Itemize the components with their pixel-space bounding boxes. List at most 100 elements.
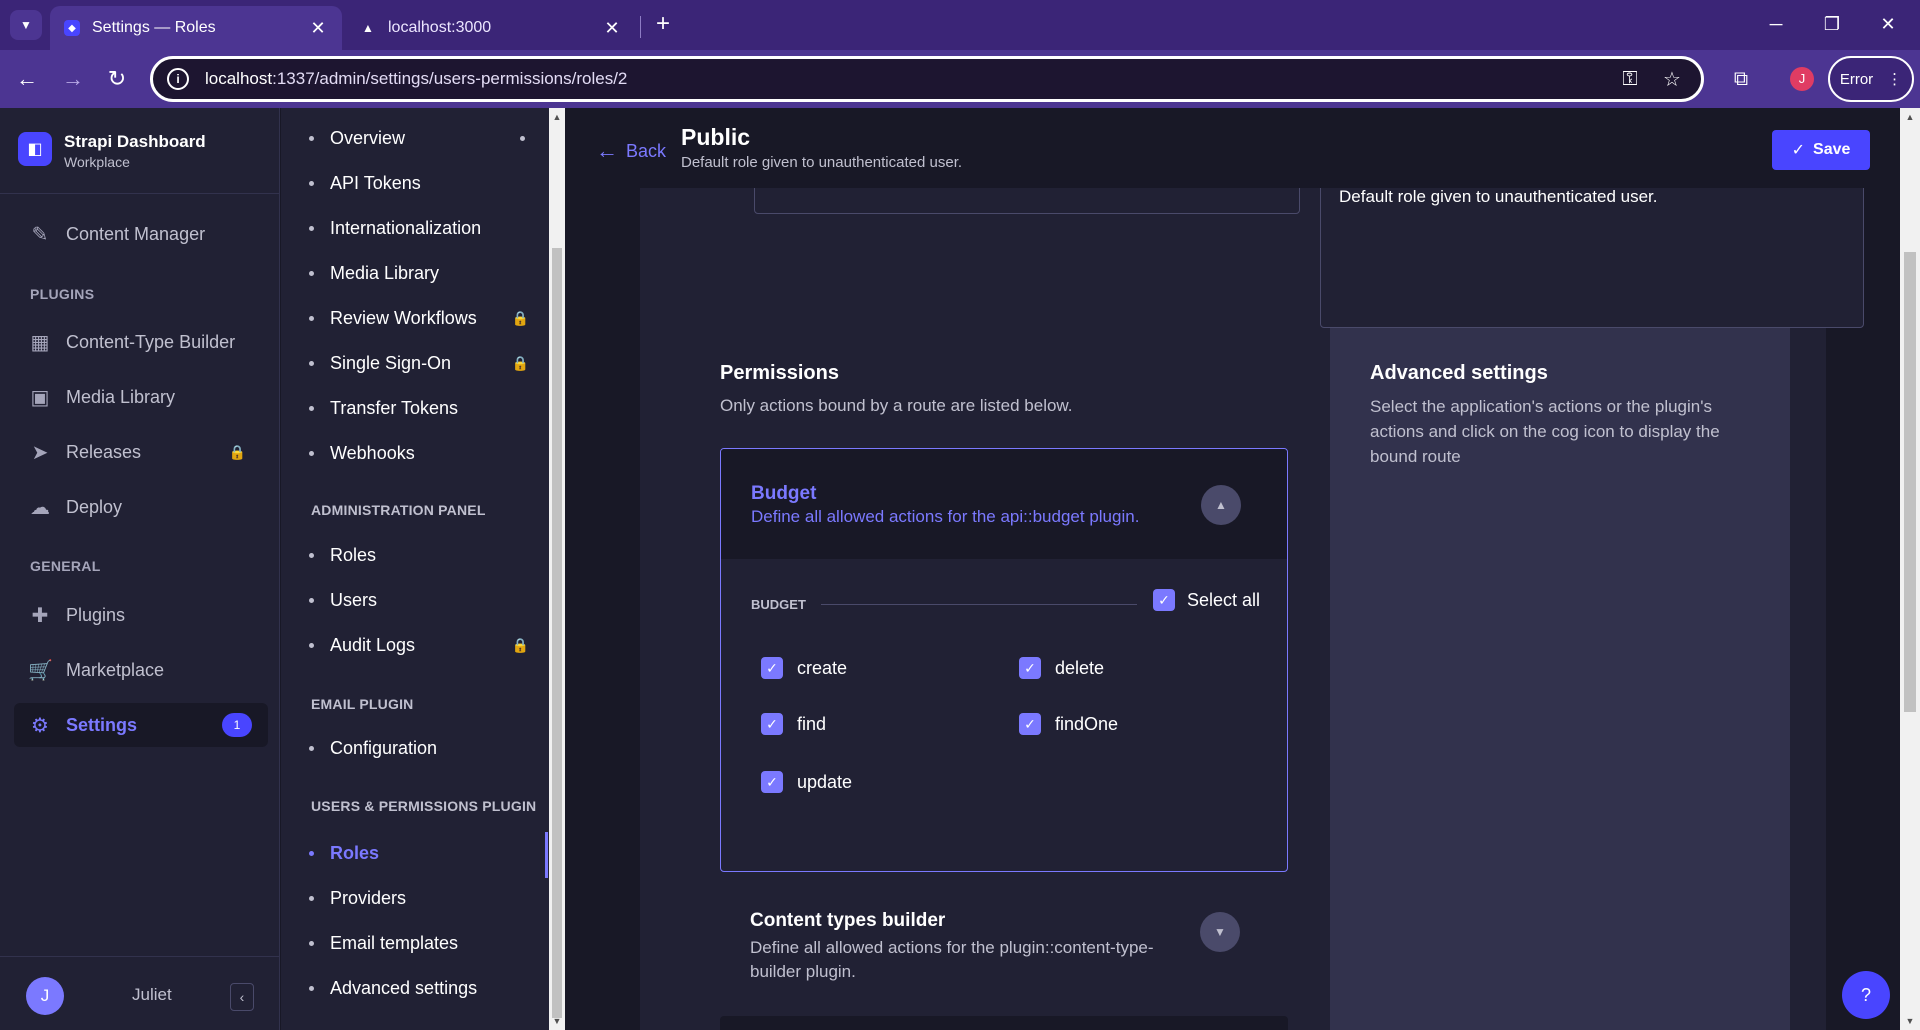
subnav-item-internationalization[interactable]: Internationalization (309, 218, 529, 239)
close-tab-icon[interactable]: ✕ (602, 18, 622, 39)
back-link[interactable]: ← Back (596, 138, 666, 164)
scrollbar-thumb[interactable] (1904, 252, 1916, 712)
bullet-icon (309, 136, 314, 141)
restore-icon[interactable]: ❐ (1810, 8, 1854, 40)
nav-section-plugins: PLUGINS (30, 286, 95, 302)
scroll-up-arrow-icon[interactable]: ▲ (1904, 112, 1916, 122)
active-item-indicator (545, 832, 548, 878)
star-icon[interactable]: ☆ (1657, 67, 1687, 92)
expand-toggle[interactable]: ▼ (1200, 912, 1240, 952)
back-arrow-icon[interactable]: ← (10, 62, 44, 96)
reload-icon[interactable]: ↻ (100, 62, 134, 96)
user-avatar[interactable]: J (26, 977, 64, 1015)
subnav-label: API Tokens (330, 173, 421, 193)
permission-checkbox-find[interactable]: ✓ find (761, 713, 826, 735)
permission-checkbox-update[interactable]: ✓ update (761, 771, 852, 793)
permission-label: findOne (1055, 713, 1119, 734)
extensions-icon[interactable]: ⧉ (1724, 62, 1758, 96)
save-button[interactable]: ✓ Save (1772, 130, 1870, 170)
user-name[interactable]: Juliet (132, 985, 172, 1005)
new-tab-button[interactable]: + (650, 12, 676, 38)
bullet-icon (309, 361, 314, 366)
subnav-item-configuration[interactable]: Configuration (309, 738, 529, 759)
scroll-down-arrow-icon[interactable]: ▼ (552, 1016, 562, 1026)
tab-search-button[interactable]: ▼ (10, 10, 42, 40)
main-scrollbar[interactable]: ▲ ▼ (1900, 108, 1920, 1030)
bullet-icon (309, 941, 314, 946)
nav-item-content-type-builder[interactable]: ▦ Content-Type Builder (14, 320, 268, 364)
subnav-item-review-workflows[interactable]: Review Workflows 🔒 (309, 308, 529, 329)
subnav-scrollbar[interactable]: ▲ ▼ (549, 108, 565, 1030)
help-button[interactable]: ? (1842, 971, 1890, 1019)
nav-item-deploy[interactable]: ☁ Deploy (14, 485, 268, 529)
tab-title: localhost:3000 (388, 19, 492, 36)
url-text[interactable]: localhost:1337/admin/settings/users-perm… (205, 69, 1603, 89)
key-icon[interactable]: ⚿ (1615, 68, 1645, 91)
subnav-item-audit-logs[interactable]: Audit Logs 🔒 (309, 635, 529, 656)
nav-item-plugins[interactable]: ✚ Plugins (14, 593, 268, 637)
subnav-item-providers[interactable]: Providers (309, 888, 529, 909)
tab-bar: ▼ ◆ Settings — Roles ✕ ▲ localhost:3000 … (0, 0, 1920, 50)
collapse-toggle[interactable]: ▲ (1201, 485, 1241, 525)
permission-checkbox-findone[interactable]: ✓ findOne (1019, 713, 1118, 735)
subnav-item-transfer-tokens[interactable]: Transfer Tokens (309, 398, 529, 419)
accordion-budget-header[interactable]: Budget Define all allowed actions for th… (721, 449, 1287, 559)
accordion-description: Define all allowed actions for the api::… (751, 507, 1140, 526)
subnav-item-overview[interactable]: Overview (309, 128, 529, 149)
permission-label: find (797, 713, 827, 734)
strapi-logo-icon: ◧ (18, 132, 52, 166)
nav-item-media-library[interactable]: ▣ Media Library (14, 375, 268, 419)
lock-icon: 🔒 (228, 443, 246, 460)
profile-avatar[interactable]: J (1790, 67, 1814, 91)
forward-arrow-icon[interactable]: → (56, 62, 90, 96)
nav-item-releases[interactable]: ➤ Releases 🔒 (14, 430, 268, 474)
scrollbar-thumb[interactable] (552, 248, 562, 1018)
select-all-checkbox[interactable]: ✓ Select all (1153, 589, 1260, 611)
tab-settings-roles[interactable]: ◆ Settings — Roles ✕ (50, 6, 342, 50)
permission-checkbox-create[interactable]: ✓ create (761, 657, 847, 679)
subnav-item-roles[interactable]: Roles (309, 545, 529, 566)
cloud-icon: ☁ (30, 496, 50, 519)
close-window-icon[interactable]: ✕ (1866, 8, 1910, 40)
permissions-title: Permissions (720, 362, 839, 384)
subnav-label: Roles (330, 843, 380, 863)
url-host: localhost (205, 69, 273, 88)
minimize-icon[interactable]: ─ (1754, 8, 1798, 40)
permission-label: update (797, 771, 853, 792)
nav-item-settings[interactable]: ⚙ Settings 1 (14, 703, 268, 747)
subnav-item-advanced-settings[interactable]: Advanced settings (309, 978, 529, 999)
subnav-item-up-roles[interactable]: Roles (309, 843, 529, 864)
check-icon: ✓ (761, 657, 783, 679)
subnav-label: Media Library (330, 263, 440, 283)
subnav-item-email-templates[interactable]: Email templates (309, 933, 529, 954)
scroll-up-arrow-icon[interactable]: ▲ (552, 112, 562, 122)
gear-icon: ⚙ (31, 714, 49, 737)
subnav-section-email: EMAIL PLUGIN (311, 696, 414, 712)
check-icon: ✓ (1791, 142, 1806, 159)
accordion-next-partial[interactable] (720, 1016, 1288, 1030)
nav-item-content-manager[interactable]: ✎ Content Manager (14, 212, 268, 256)
advanced-settings-text: Select the application's actions or the … (1370, 397, 1720, 466)
error-button[interactable]: Error ⋮ (1828, 56, 1914, 102)
advanced-settings-title: Advanced settings (1370, 362, 1548, 384)
collapse-nav-button[interactable]: ‹ (230, 983, 254, 1011)
dot-indicator-icon (520, 136, 525, 141)
accordion-title: Budget (751, 483, 817, 504)
subnav-label: Users (330, 590, 378, 610)
bullet-icon (309, 271, 314, 276)
subnav-item-api-tokens[interactable]: API Tokens (309, 173, 529, 194)
subnav-item-users[interactable]: Users (309, 590, 529, 611)
permission-checkbox-delete[interactable]: ✓ delete (1019, 657, 1104, 679)
accordion-content-types-builder[interactable]: Content types builder Define all allowed… (720, 894, 1288, 1014)
close-tab-icon[interactable]: ✕ (308, 18, 328, 39)
subnav-item-media-library[interactable]: Media Library (309, 263, 529, 284)
nav-item-marketplace[interactable]: 🛒 Marketplace (14, 648, 268, 692)
subnav-item-single-sign-on[interactable]: Single Sign-On 🔒 (309, 353, 529, 374)
image-icon: ▣ (30, 386, 50, 409)
strapi-favicon-icon: ◆ (64, 20, 80, 36)
tab-localhost-3000[interactable]: ▲ localhost:3000 ✕ (346, 6, 636, 50)
scroll-down-arrow-icon[interactable]: ▼ (1904, 1016, 1916, 1026)
site-info-icon[interactable]: i (167, 68, 189, 90)
subnav-item-webhooks[interactable]: Webhooks (309, 443, 529, 464)
address-bar[interactable]: i localhost:1337/admin/settings/users-pe… (150, 56, 1704, 102)
